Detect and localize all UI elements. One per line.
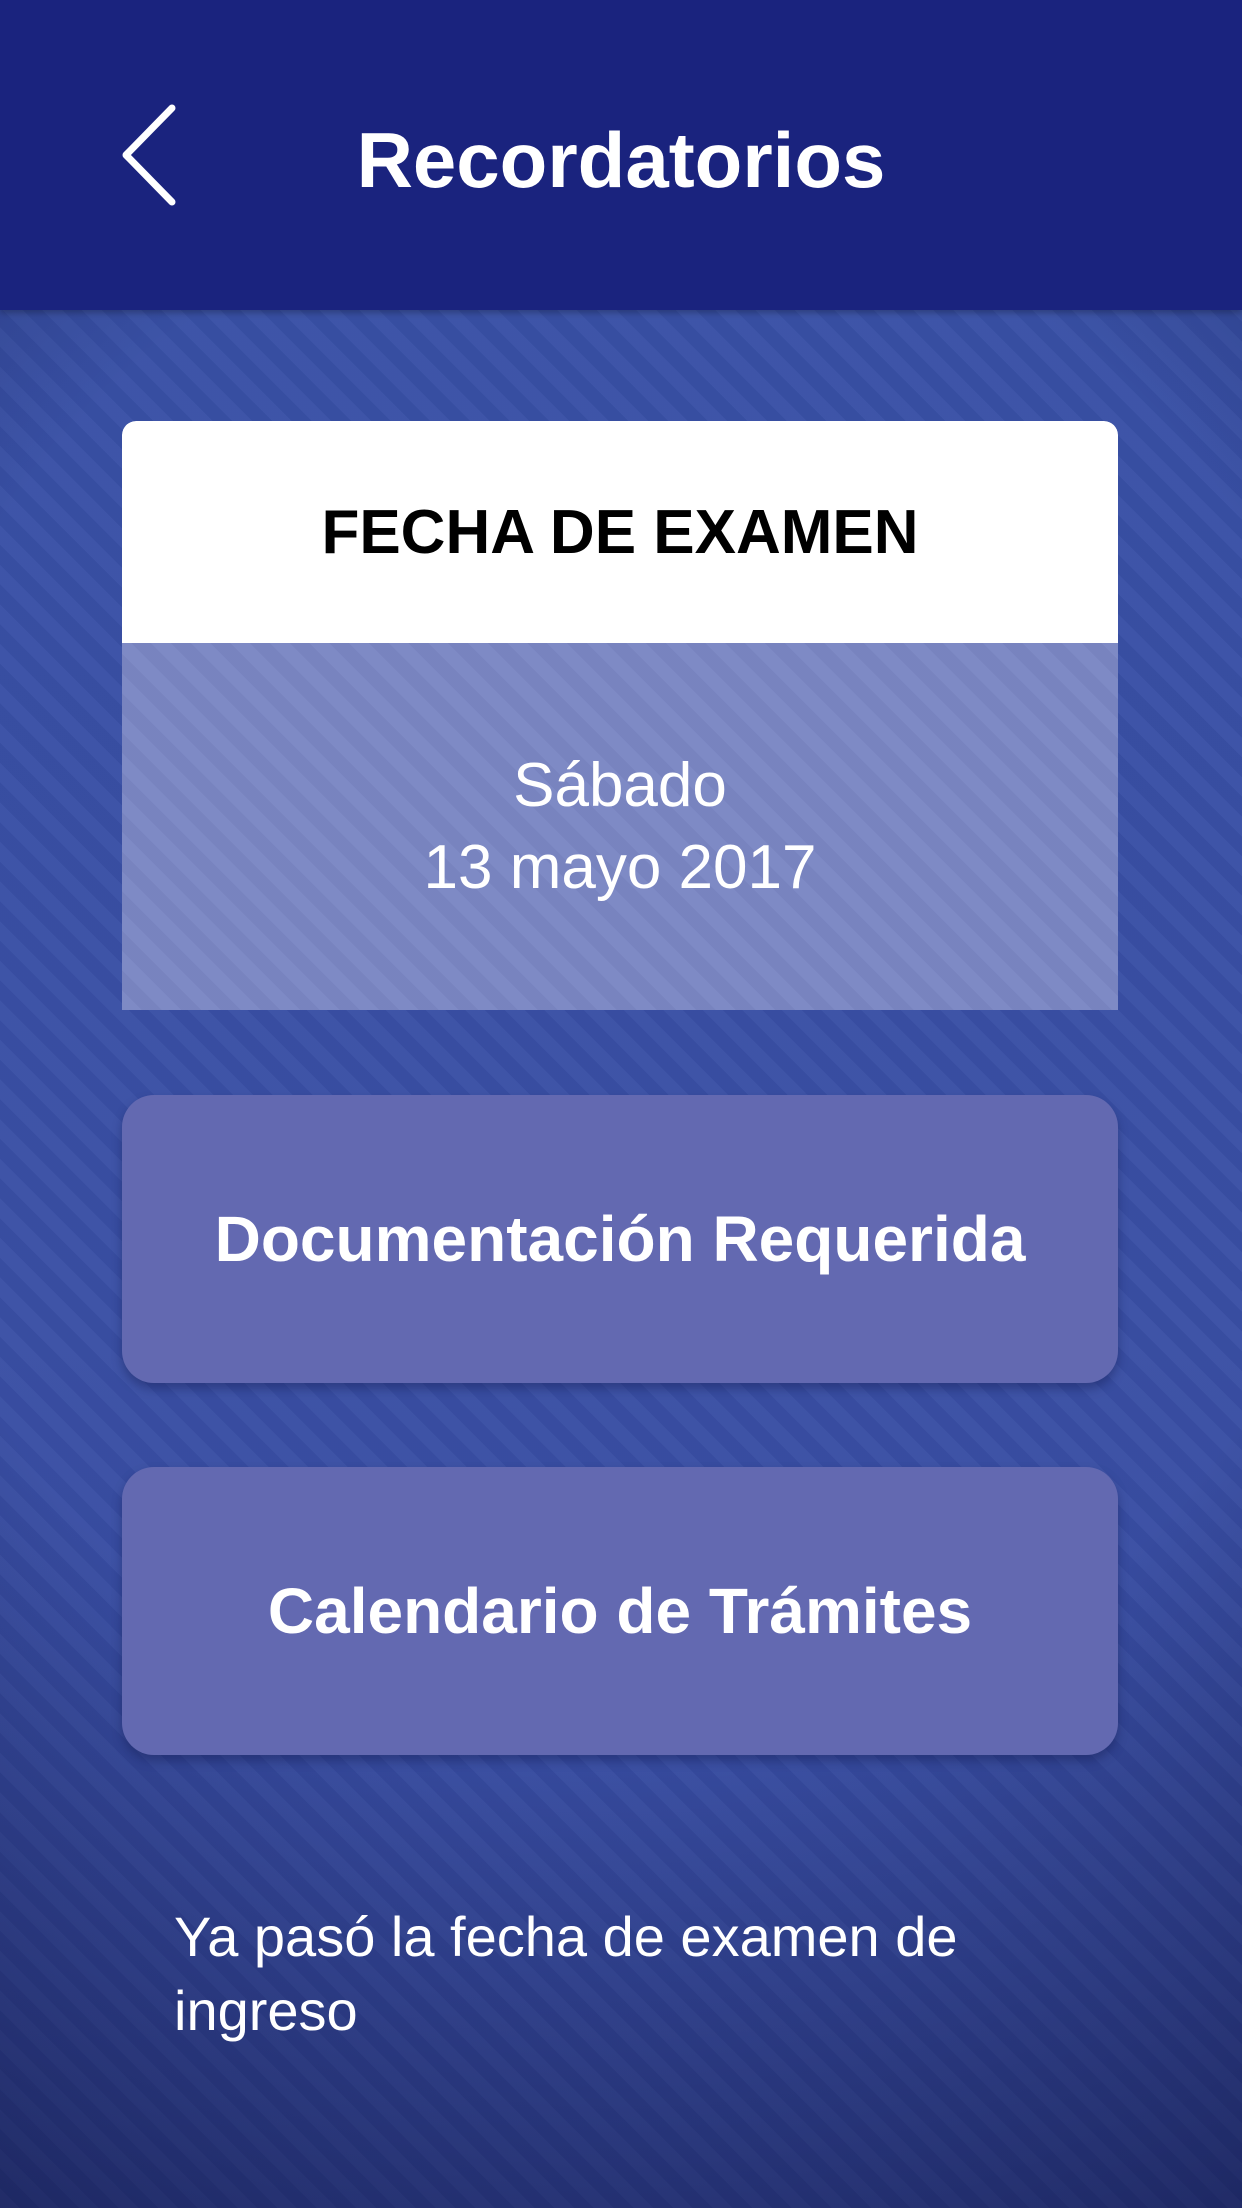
exam-passed-note: Ya pasó la fecha de examen de ingreso: [174, 1905, 958, 2042]
app-header: Recordatorios: [0, 0, 1242, 310]
required-documents-button[interactable]: Documentación Requerida: [122, 1095, 1118, 1383]
exam-card-title: FECHA DE EXAMEN: [321, 497, 919, 567]
exam-date: 13 mayo 2017: [423, 832, 817, 902]
page-title: Recordatorios: [356, 116, 886, 204]
exam-card-header: FECHA DE EXAMEN: [122, 421, 1118, 643]
exam-date-card: FECHA DE EXAMEN Sábado 13 mayo 2017: [122, 421, 1118, 1010]
required-documents-label: Documentación Requerida: [214, 1203, 1026, 1275]
procedures-calendar-label: Calendario de Trámites: [267, 1575, 973, 1647]
exam-day: Sábado: [513, 750, 727, 820]
reminders-screen: Recordatorios FECHA DE EXAMEN Sábado 13 …: [0, 0, 1242, 2208]
exam-card-body: Sábado 13 mayo 2017: [122, 643, 1118, 1010]
procedures-calendar-button[interactable]: Calendario de Trámites: [122, 1467, 1118, 1755]
